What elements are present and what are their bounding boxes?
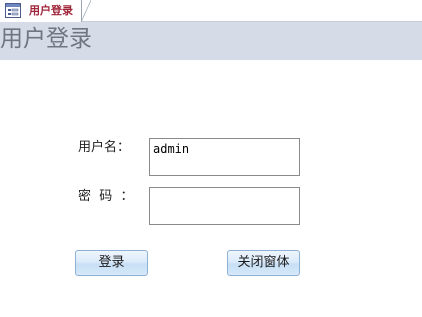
login-button[interactable]: 登录 — [75, 250, 148, 276]
form-title: 用户登录 — [0, 26, 92, 52]
password-input[interactable] — [149, 187, 300, 225]
tab-login-form[interactable]: 用户登录 — [0, 0, 91, 22]
form-header: 用户登录 — [0, 22, 422, 60]
close-form-button[interactable]: 关闭窗体 — [227, 250, 300, 276]
username-input[interactable]: admin — [149, 138, 300, 176]
tab-label: 用户登录 — [29, 4, 73, 17]
form-icon — [5, 3, 21, 18]
password-label: 密 码 ： — [78, 189, 134, 204]
document-tab-strip: 用户登录 — [0, 0, 422, 22]
username-label: 用户名： — [78, 140, 131, 155]
